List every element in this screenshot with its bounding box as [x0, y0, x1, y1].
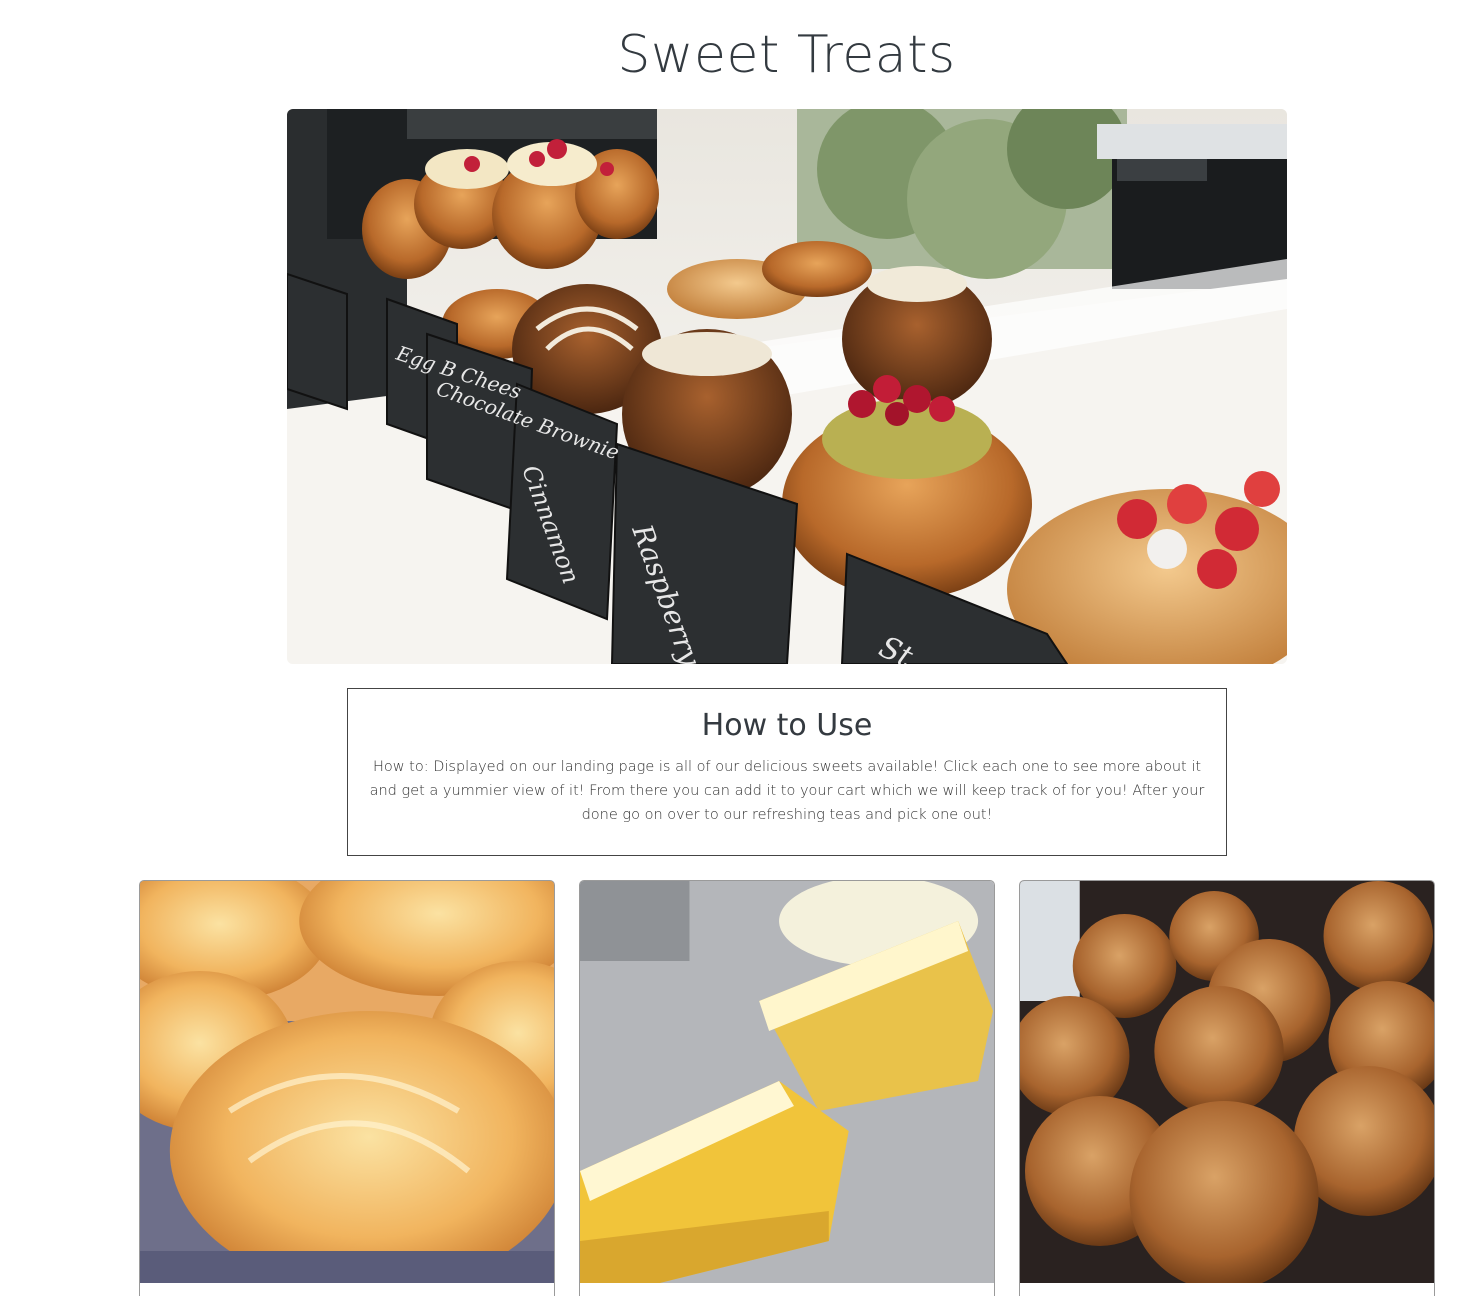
product-card-kouign-amann[interactable]: [139, 880, 555, 1296]
kouign-amann-photo[interactable]: [140, 881, 554, 1283]
muffin-photo[interactable]: [1020, 881, 1434, 1283]
pastry-display-photo: Egg B Chees Chocolate Brownie Cinnamon R…: [287, 109, 1287, 664]
product-card-muffin[interactable]: [1019, 880, 1435, 1296]
how-to-use-panel: How to Use How to: Displayed on our land…: [347, 688, 1227, 856]
hero-image: Egg B Chees Chocolate Brownie Cinnamon R…: [287, 109, 1287, 664]
page-title: Sweet Treats: [617, 25, 956, 85]
how-to-use-heading: How to Use: [701, 708, 873, 743]
page: Sweet Treats Egg B Chees Chocolate Brown…: [0, 0, 1481, 1296]
lemon-bar-photo[interactable]: [580, 881, 994, 1283]
product-card-lemon-bar[interactable]: [579, 880, 995, 1296]
how-to-use-body: How to: Displayed on our landing page is…: [369, 759, 1205, 823]
